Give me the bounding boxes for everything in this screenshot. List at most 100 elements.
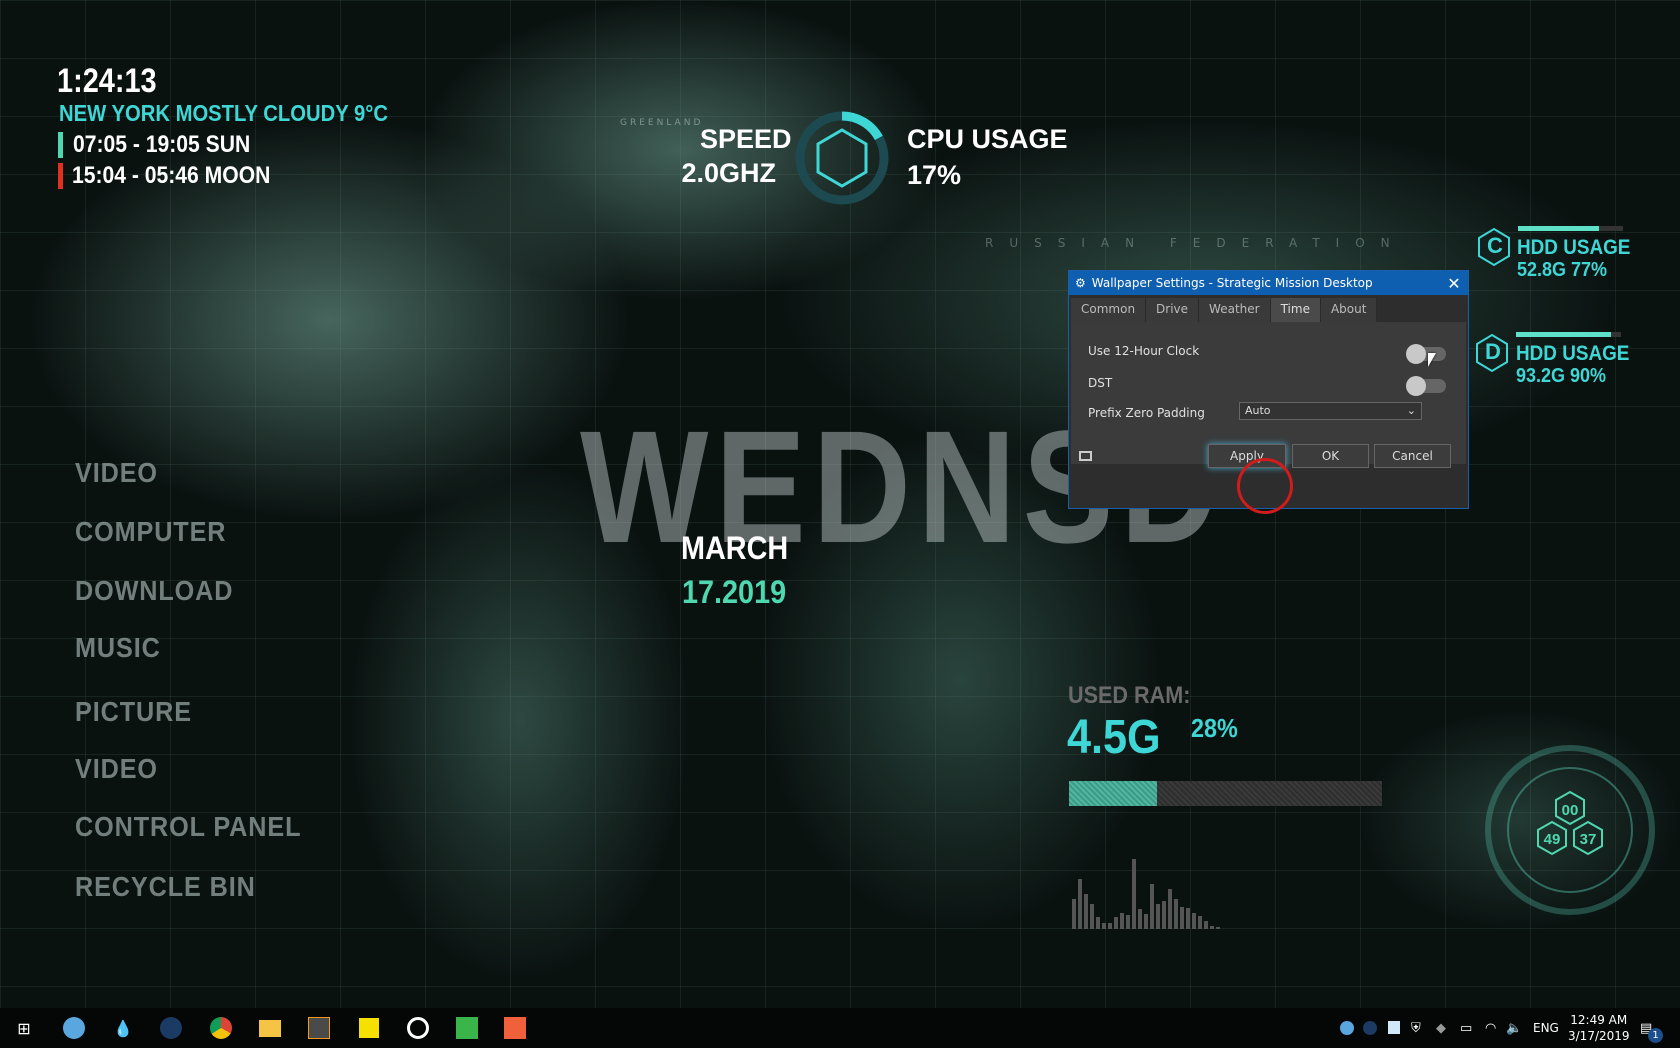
hdd-d-widget: D: [1475, 333, 1509, 373]
hdd-c-label: HDD USAGE: [1517, 236, 1631, 259]
histogram-bar: [1138, 909, 1142, 929]
file-explorer-icon[interactable]: [259, 1019, 281, 1037]
tray-display-icon[interactable]: [1388, 1021, 1400, 1034]
camtasia-green-icon[interactable]: [456, 1017, 478, 1039]
tab-weather[interactable]: Weather: [1199, 298, 1271, 322]
histogram-bar: [1198, 916, 1202, 929]
histogram-bar: [1126, 915, 1130, 929]
battery-icon[interactable]: ▭: [1460, 1021, 1472, 1036]
steam-icon[interactable]: [160, 1017, 182, 1039]
ram-percent: 28%: [1191, 713, 1238, 743]
hex-value-3: 37: [1580, 831, 1597, 848]
chevron-down-icon: ⌄: [1406, 404, 1416, 417]
menu-item-computer[interactable]: COMPUTER: [75, 516, 226, 548]
ok-button[interactable]: OK: [1292, 444, 1369, 468]
hdd-d-label: HDD USAGE: [1516, 342, 1630, 365]
notification-badge: 1: [1648, 1028, 1663, 1043]
ram-bar: [1069, 781, 1382, 806]
use-12-hour-toggle[interactable]: [1406, 344, 1446, 364]
histogram-bar: [1132, 859, 1136, 929]
tab-common[interactable]: Common: [1071, 298, 1147, 322]
menu-item-control-panel[interactable]: CONTROL PANEL: [75, 811, 301, 843]
histogram-bar: [1120, 913, 1124, 929]
sticky-notes-icon[interactable]: [359, 1018, 379, 1038]
hdd-d-bar-fill: [1516, 332, 1611, 337]
hdd-c-bar-fill: [1518, 226, 1599, 231]
histogram-bar: [1180, 907, 1184, 929]
tray-diamond-icon[interactable]: ◆: [1436, 1021, 1446, 1036]
histogram-bar: [1096, 917, 1100, 929]
sun-times: 07:05 - 19:05 SUN: [73, 131, 251, 158]
speed-value: 2.0GHZ: [681, 158, 776, 188]
histogram-bar: [1114, 917, 1118, 929]
hdd-d-letter: D: [1485, 339, 1501, 364]
security-warning-icon[interactable]: ⛨: [1411, 1021, 1421, 1036]
moon-indicator: [58, 163, 63, 189]
dst-toggle[interactable]: [1406, 376, 1446, 396]
clock: 1:24:13: [57, 62, 157, 100]
taskbar-time: 12:49 AM: [1570, 1013, 1628, 1027]
hdd-d-value: 93.2G 90%: [1516, 365, 1607, 387]
hexagon-icon: [816, 128, 868, 188]
gear-icon: ⚙: [1075, 276, 1086, 290]
date: 17.2019: [682, 574, 787, 610]
histogram-bar: [1168, 889, 1172, 929]
hdd-c-widget: C: [1477, 227, 1511, 267]
time-settings-panel: Use 12-Hour Clock DST Prefix Zero Paddin…: [1071, 322, 1466, 464]
dialog-title-bar[interactable]: ⚙ Wallpaper Settings - Strategic Mission…: [1069, 271, 1468, 295]
hex-value-2: 49: [1544, 831, 1561, 848]
obs-icon[interactable]: [407, 1017, 429, 1039]
histogram-bar: [1186, 908, 1190, 929]
language-indicator[interactable]: ENG: [1533, 1021, 1559, 1035]
histogram-bar: [1204, 921, 1208, 929]
histogram-bar: [1144, 914, 1148, 929]
folder-icon[interactable]: [1079, 451, 1092, 461]
droplet-app-icon[interactable]: [63, 1017, 85, 1039]
histogram-bar: [1090, 904, 1094, 929]
tab-time[interactable]: Time: [1270, 298, 1321, 322]
histogram-bar: [1156, 904, 1160, 929]
tray-droplet-icon[interactable]: [1340, 1021, 1354, 1035]
menu-item-video[interactable]: VIDEO: [75, 457, 158, 489]
water-drop-icon[interactable]: 💧: [111, 1016, 135, 1040]
hdd-c-value: 52.8G 77%: [1517, 259, 1608, 281]
windows-start-icon[interactable]: ⊞: [12, 1016, 36, 1040]
tray-steam-icon[interactable]: [1363, 1021, 1377, 1035]
close-icon[interactable]: ✕: [1440, 274, 1468, 293]
histogram-bar: [1192, 913, 1196, 929]
hdd-d-bar: [1516, 332, 1621, 337]
sublime-text-icon[interactable]: [308, 1017, 330, 1039]
camtasia-orange-icon[interactable]: [504, 1017, 526, 1039]
sun-indicator: [58, 132, 63, 158]
dst-label: DST: [1088, 376, 1113, 390]
histogram-bar: [1078, 879, 1082, 929]
tab-about[interactable]: About: [1320, 298, 1378, 322]
volume-icon[interactable]: 🔈: [1506, 1021, 1522, 1036]
speed-label: SPEED: [700, 124, 792, 154]
ram-value: 4.5G: [1067, 711, 1161, 764]
prefix-zero-padding-select[interactable]: Auto ⌄: [1239, 402, 1422, 420]
weather: NEW YORK MOSTLY CLOUDY 9°C: [59, 100, 388, 126]
map-label-greenland: GREENLAND: [620, 118, 704, 128]
cpu-gauge: [795, 111, 889, 205]
menu-item-music[interactable]: MUSIC: [75, 632, 161, 664]
dialog-title: Wallpaper Settings - Strategic Mission D…: [1091, 276, 1373, 290]
menu-item-download[interactable]: DOWNLOAD: [75, 575, 233, 607]
chrome-icon[interactable]: [210, 1017, 232, 1039]
use-12-hour-label: Use 12-Hour Clock: [1088, 344, 1200, 358]
menu-item-recycle-bin[interactable]: RECYCLE BIN: [75, 871, 256, 903]
menu-item-video-2[interactable]: VIDEO: [75, 753, 158, 785]
map-label-russia: RUSSIAN FEDERATION: [985, 236, 1406, 250]
mouse-cursor: [1428, 353, 1436, 367]
cpu-label: CPU USAGE: [907, 124, 1068, 154]
prefix-zero-padding-label: Prefix Zero Padding: [1088, 406, 1205, 420]
taskbar-date: 3/17/2019: [1568, 1029, 1630, 1043]
menu-item-picture[interactable]: PICTURE: [75, 696, 192, 728]
hdd-c-bar: [1518, 226, 1623, 231]
histogram-bar: [1216, 927, 1220, 929]
tab-drive[interactable]: Drive: [1146, 298, 1200, 322]
wifi-icon[interactable]: ◠: [1485, 1021, 1496, 1036]
ram-bar-fill: [1069, 781, 1157, 806]
cancel-button[interactable]: Cancel: [1374, 444, 1451, 468]
taskbar-clock[interactable]: 12:49 AM 3/17/2019: [1568, 1012, 1630, 1044]
